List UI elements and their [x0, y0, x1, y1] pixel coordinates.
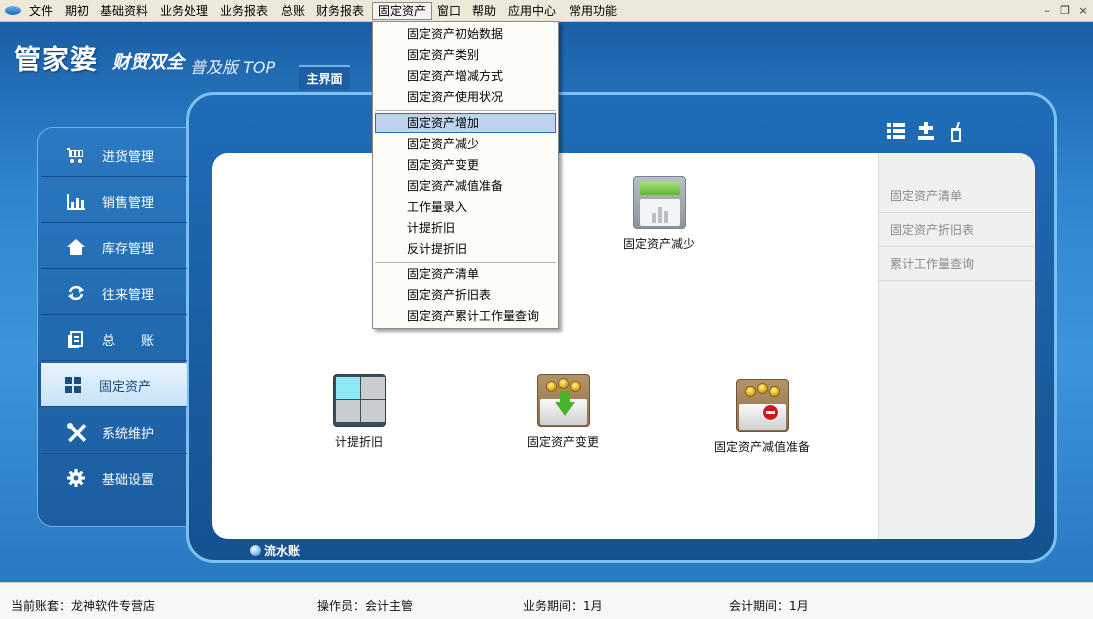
menu-fixed-assets[interactable]: 固定资产 — [372, 2, 433, 20]
sidebar-item-sales[interactable]: 销售管理 — [41, 179, 187, 223]
menu-item-asset-change[interactable]: 固定资产变更 — [375, 155, 556, 175]
sidebar-item-label: 固定资产 — [99, 380, 152, 395]
menu-separator — [375, 110, 556, 111]
chart-doc-icon — [632, 176, 686, 229]
menu-common-functions[interactable]: 常用功能 — [564, 2, 622, 20]
feature-impairment[interactable]: 固定资产减值准备 — [707, 379, 817, 455]
brand-product: 财贸双全 — [112, 52, 184, 73]
sidebar-item-fixed-assets[interactable]: 固定资产 — [38, 363, 187, 407]
right-panel: 固定资产清单 固定资产折旧表 累计工作量查询 — [878, 153, 1035, 539]
menu-base-data[interactable]: 基础资料 — [95, 2, 153, 20]
menu-item-asset-change-method[interactable]: 固定资产增减方式 — [375, 66, 556, 86]
link-asset-list[interactable]: 固定资产清单 — [879, 179, 1033, 213]
menu-item-asset-decrease[interactable]: 固定资产减少 — [375, 134, 556, 154]
feature-depreciation[interactable]: 计提折旧 — [304, 374, 414, 450]
menu-item-asset-add[interactable]: 固定资产增加 — [375, 113, 556, 133]
menu-opening[interactable]: 期初 — [60, 2, 94, 20]
grid-icon — [64, 376, 82, 394]
minimize-icon[interactable]: – — [1039, 3, 1055, 19]
drink-icon[interactable] — [948, 121, 964, 147]
brand-logo: 管家婆 — [14, 45, 98, 76]
menu-item-asset-list[interactable]: 固定资产清单 — [375, 264, 556, 284]
gear-icon — [67, 469, 85, 487]
sidebar-item-inventory[interactable]: 库存管理 — [41, 225, 187, 269]
menu-bar: 文件 期初 基础资料 业务处理 业务报表 总账 财务报表 固定资产 窗口 帮助 … — [0, 0, 1093, 22]
ledger-icon — [67, 330, 85, 349]
sidebar-item-label: 总 账 — [102, 334, 155, 349]
sidebar-item-system-maintenance[interactable]: 系统维护 — [41, 410, 187, 454]
menu-business-reports[interactable]: 业务报表 — [215, 2, 273, 20]
menu-separator — [375, 262, 556, 263]
chart-icon — [67, 192, 85, 210]
feature-label: 固定资产变更 — [526, 435, 599, 449]
sidebar-item-purchase[interactable]: 进货管理 — [41, 133, 187, 177]
tools-icon — [67, 423, 87, 443]
link-depreciation-table[interactable]: 固定资产折旧表 — [879, 213, 1033, 247]
journal-link[interactable]: 流水账 — [264, 542, 300, 559]
menu-item-workload-query[interactable]: 固定资产累计工作量查询 — [375, 306, 556, 326]
cart-icon — [67, 146, 85, 164]
refresh-icon — [67, 284, 85, 302]
menu-file[interactable]: 文件 — [24, 2, 58, 20]
sidebar-item-accounts[interactable]: 往来管理 — [41, 271, 187, 315]
journal-icon — [250, 545, 261, 556]
menu-help[interactable]: 帮助 — [467, 2, 501, 20]
menu-general-ledger[interactable]: 总账 — [276, 2, 310, 20]
status-account: 当前账套：龙神软件专营店 — [11, 599, 156, 613]
sidebar-item-label: 系统维护 — [102, 427, 155, 442]
sidebar-item-label: 库存管理 — [102, 242, 155, 257]
sidebar-item-label: 基础设置 — [102, 473, 155, 488]
brand-edition: 普及版 TOP — [190, 58, 276, 77]
status-business-period: 业务期间：1月 — [523, 599, 603, 613]
house-icon — [67, 238, 85, 256]
sidebar-item-label: 往来管理 — [102, 288, 155, 303]
sidebar-item-label: 销售管理 — [102, 196, 155, 211]
feature-label: 固定资产减少 — [622, 237, 695, 251]
menu-item-asset-impairment[interactable]: 固定资产减值准备 — [375, 176, 556, 196]
fixed-assets-dropdown: 固定资产初始数据 固定资产类别 固定资产增减方式 固定资产使用状况 固定资产增加… — [372, 21, 559, 329]
menu-financial-reports[interactable]: 财务报表 — [311, 2, 369, 20]
menu-app-center[interactable]: 应用中心 — [503, 2, 561, 20]
menu-business[interactable]: 业务处理 — [155, 2, 213, 20]
feature-label: 固定资产减值准备 — [713, 440, 810, 454]
sidebar: 进货管理 销售管理 库存管理 往来管理 总 账 固定资产 系统维护 基础设置 — [37, 127, 187, 527]
feature-asset-decrease[interactable]: 固定资产减少 — [604, 176, 714, 252]
sidebar-item-basic-settings[interactable]: 基础设置 — [41, 456, 187, 500]
menu-window[interactable]: 窗口 — [432, 2, 466, 20]
link-workload-query[interactable]: 累计工作量查询 — [879, 247, 1033, 281]
status-accounting-period: 会计期间：1月 — [729, 599, 809, 613]
app-icon[interactable] — [5, 6, 21, 15]
restore-icon[interactable]: ❐ — [1057, 3, 1073, 19]
sidebar-item-label: 进货管理 — [102, 150, 155, 165]
plus-minus-icon[interactable] — [917, 122, 935, 145]
menu-item-depreciation-table[interactable]: 固定资产折旧表 — [375, 285, 556, 305]
list-icon[interactable] — [887, 122, 905, 145]
grid-tiles-icon — [332, 374, 386, 427]
menu-item-depreciation[interactable]: 计提折旧 — [375, 218, 556, 238]
feature-label: 计提折旧 — [334, 435, 383, 449]
coins-minus-icon — [735, 379, 789, 432]
feature-asset-change[interactable]: 固定资产变更 — [508, 374, 618, 450]
menu-item-asset-initial-data[interactable]: 固定资产初始数据 — [375, 24, 556, 44]
coins-down-icon — [536, 374, 590, 427]
close-icon[interactable]: × — [1075, 3, 1091, 19]
menu-item-workload-entry[interactable]: 工作量录入 — [375, 197, 556, 217]
tab-home[interactable]: 主界面 — [299, 65, 350, 90]
menu-item-asset-category[interactable]: 固定资产类别 — [375, 45, 556, 65]
menu-item-asset-usage-status[interactable]: 固定资产使用状况 — [375, 87, 556, 107]
status-bar: 当前账套：龙神软件专营店 操作员：会计主管 业务期间：1月 会计期间：1月 — [0, 582, 1093, 619]
status-operator: 操作员：会计主管 — [317, 599, 414, 613]
sidebar-item-general-ledger[interactable]: 总 账 — [41, 317, 187, 361]
menu-item-reverse-depreciation[interactable]: 反计提折旧 — [375, 239, 556, 259]
